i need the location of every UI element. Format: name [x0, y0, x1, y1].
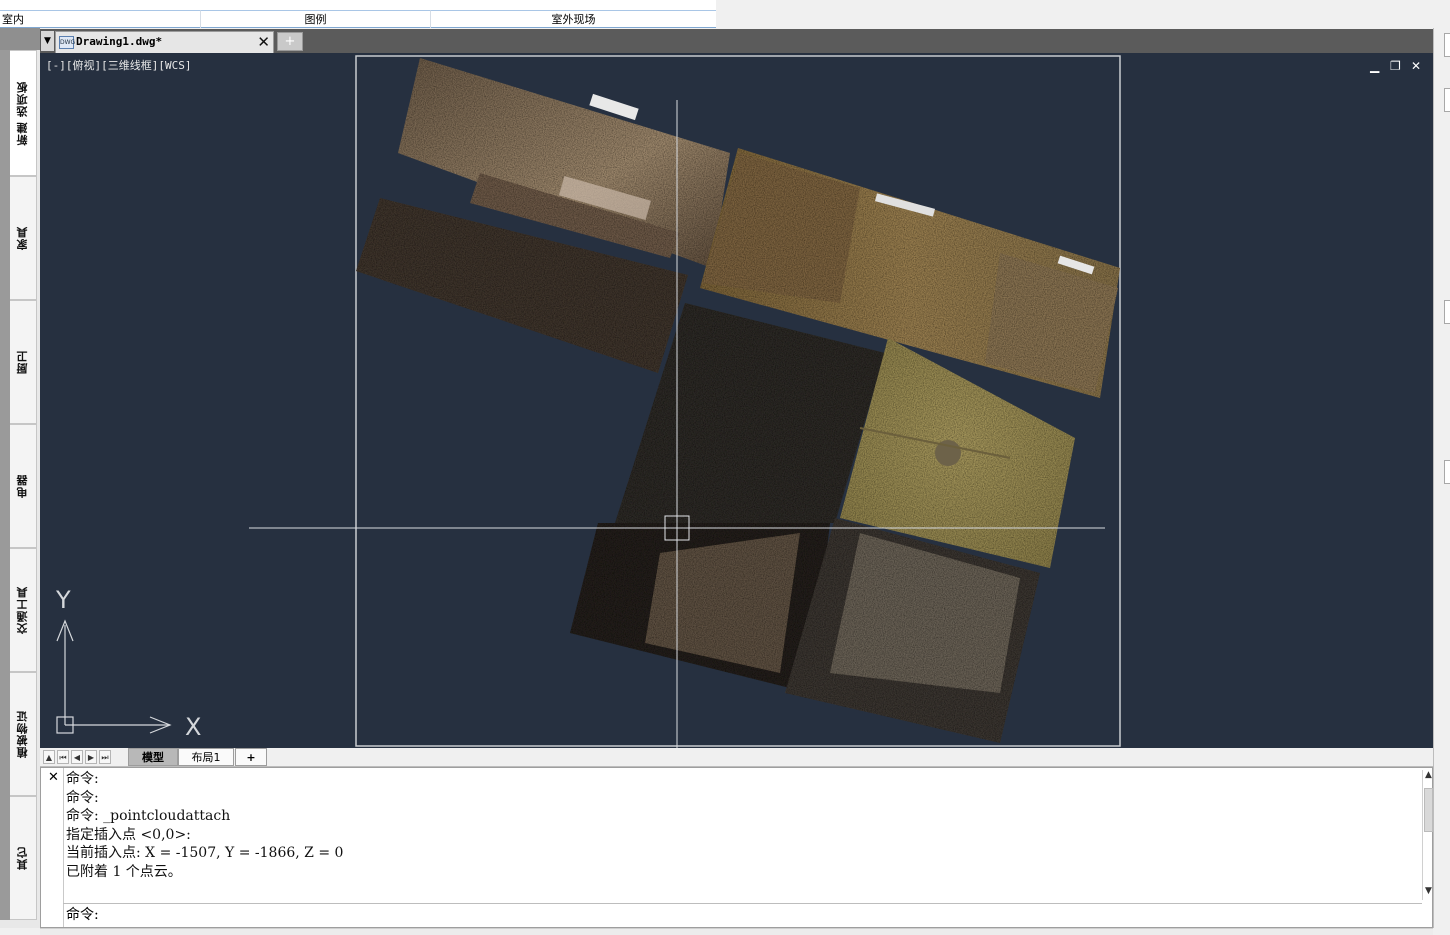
palette-header	[0, 28, 40, 50]
palette-tab-label: 植被物证	[16, 710, 29, 758]
layout-nav-prev[interactable]: ◀	[71, 750, 83, 764]
ucs-y-label: Y	[55, 586, 71, 614]
tool-palette-category-bar: 室内 图例 室外现场	[0, 0, 716, 28]
palette-tab-furniture[interactable]: 家具	[10, 176, 37, 300]
cad-application-window: 室内 图例 室外现场 新建 选项板 家具 厨卫 电器 交通工具 植被物证 其它 …	[0, 0, 1450, 935]
layout-nav-up[interactable]: ▲	[43, 750, 55, 764]
command-history-line: 命令:	[66, 771, 99, 787]
command-window: ✕ 命令: 命令: 命令: _pointcloudattach 指定插入点 <0…	[40, 767, 1433, 928]
palette-tab-label: 家具	[16, 226, 29, 250]
command-history: 命令: 命令: 命令: _pointcloudattach 指定插入点 <0,0…	[66, 770, 1421, 881]
drawing-viewport[interactable]: [-][俯视][三维线框][WCS] ▁ ❐ ✕ Y X	[40, 53, 1433, 748]
command-history-line: 当前插入点: X = -1507, Y = -1866, Z = 0	[66, 845, 344, 861]
tab-list-dropdown[interactable]: ▼	[41, 31, 54, 51]
panel-handle[interactable]	[1444, 460, 1450, 484]
command-input[interactable]: 命令:	[63, 903, 1422, 927]
command-history-line: 已附着 1 个点云。	[66, 863, 182, 880]
palette-tab-label: 交通工具	[16, 586, 29, 634]
add-layout-button[interactable]: +	[235, 748, 267, 766]
layout-tab-row: ▲ ⏮ ◀ ▶ ⏭ 模型 布局1 +	[40, 748, 1433, 767]
dwg-file-icon: DWG	[59, 36, 75, 49]
palette-tab-appliances[interactable]: 电器	[10, 424, 37, 548]
panel-handle[interactable]	[1444, 300, 1450, 324]
command-history-scrollbar[interactable]: ▲ ▼	[1422, 770, 1434, 900]
ucs-icon	[56, 619, 172, 734]
panel-handle[interactable]	[1444, 88, 1450, 112]
palette-tab-vegetation-evidence[interactable]: 植被物证	[10, 672, 37, 796]
panel-handle[interactable]	[1444, 33, 1450, 57]
palette-title-strip[interactable]	[0, 28, 10, 920]
scroll-down-icon[interactable]: ▼	[1423, 886, 1434, 896]
command-history-line: 指定插入点 <0,0>:	[66, 826, 191, 843]
scrollbar-thumb[interactable]	[1424, 788, 1433, 832]
palette-tab-label: 电器	[16, 474, 29, 498]
category-outdoor-scene[interactable]: 室外现场	[430, 10, 716, 28]
scroll-up-icon[interactable]: ▲	[1423, 770, 1434, 780]
document-tab-name: Drawing1.dwg*	[76, 35, 163, 48]
new-tab-button[interactable]: +	[277, 32, 303, 51]
palette-tab-label: 厨卫	[16, 350, 29, 374]
command-history-line: 命令:	[66, 789, 99, 806]
tab-model[interactable]: 模型	[128, 748, 178, 766]
palette-tab-label: 新建 选项板	[16, 80, 29, 146]
palette-tab-new[interactable]: 新建 选项板	[10, 50, 37, 176]
point-cloud[interactable]	[356, 58, 1120, 743]
status-bar	[40, 928, 1433, 935]
point-cloud-scene: Y X	[55, 55, 1121, 748]
palette-tab-label: 其它	[16, 846, 29, 870]
palette-tab-other[interactable]: 其它	[10, 796, 37, 920]
layout-nav-last[interactable]: ⏭	[99, 750, 111, 764]
command-history-line: 命令: _pointcloudattach	[66, 808, 231, 824]
layout-nav-next[interactable]: ▶	[85, 750, 97, 764]
category-indoor[interactable]: 室内	[0, 10, 200, 28]
palette-tab-kitchen-bath[interactable]: 厨卫	[10, 300, 37, 424]
close-command-window-icon[interactable]: ✕	[48, 770, 59, 785]
palette-tab-vehicles[interactable]: 交通工具	[10, 548, 37, 672]
close-tab-icon[interactable]: ✕	[257, 33, 270, 51]
document-tab-bar: ▼ DWG Drawing1.dwg* ✕ +	[40, 29, 1433, 53]
ucs-x-label: X	[185, 713, 201, 741]
right-docked-panel-edge	[1433, 28, 1450, 928]
document-tab-drawing1[interactable]: DWG Drawing1.dwg* ✕	[55, 31, 274, 53]
tool-palette-sidebar: 新建 选项板 家具 厨卫 电器 交通工具 植被物证 其它	[0, 28, 40, 928]
tab-layout1[interactable]: 布局1	[178, 748, 234, 766]
category-legend[interactable]: 图例	[200, 10, 430, 28]
layout-nav-first[interactable]: ⏮	[57, 750, 69, 764]
